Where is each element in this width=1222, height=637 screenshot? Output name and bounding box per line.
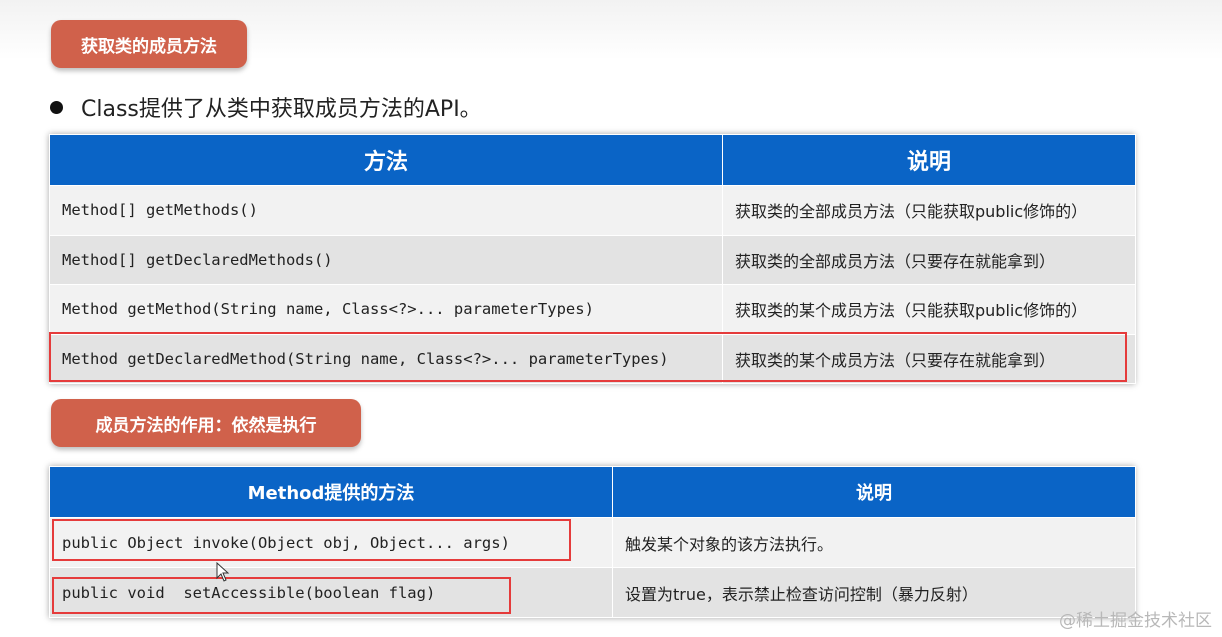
table-row: Method getDeclaredMethod(String name, Cl… (49, 333, 1136, 384)
method-description-cell: 获取类的某个成员方法（只要存在就能拿到） (722, 333, 1136, 384)
table-row: public void setAccessible(boolean flag) … (49, 567, 1136, 618)
bullet-text: Class提供了从类中获取成员方法的API。 (81, 97, 482, 122)
table-row: public Object invoke(Object obj, Object.… (49, 517, 1136, 568)
column-header-method: 方法 (49, 134, 723, 186)
column-header-description: 说明 (612, 466, 1136, 518)
method-signature-cell: public void setAccessible(boolean flag) (49, 567, 613, 618)
method-signature-cell: Method getDeclaredMethod(String name, Cl… (49, 333, 723, 384)
table-row: Method[] getDeclaredMethods() 获取类的全部成员方法… (49, 234, 1136, 285)
method-signature-cell: Method[] getDeclaredMethods() (49, 234, 723, 285)
api-methods-table: 方法 说明 Method[] getMethods() 获取类的全部成员方法（只… (49, 134, 1136, 384)
section-badge-method-usage: 成员方法的作用：依然是执行 (51, 399, 361, 447)
method-signature-cell: public Object invoke(Object obj, Object.… (49, 517, 613, 568)
column-header-description: 说明 (722, 134, 1136, 186)
bullet-dot-icon (50, 100, 63, 114)
table-row: Method[] getMethods() 获取类的全部成员方法（只能获取pub… (49, 185, 1136, 236)
method-description-cell: 获取类的某个成员方法（只能获取public修饰的） (722, 284, 1136, 335)
table-row: Method getMethod(String name, Class<?>..… (49, 284, 1136, 335)
column-header-method: Method提供的方法 (49, 466, 613, 518)
method-description-cell: 获取类的全部成员方法（只能获取public修饰的） (722, 185, 1136, 236)
table-header-row: 方法 说明 (49, 134, 1136, 186)
method-description-cell: 触发某个对象的该方法执行。 (612, 517, 1136, 568)
method-description-cell: 获取类的全部成员方法（只要存在就能拿到） (722, 234, 1136, 285)
bullet-line: Class提供了从类中获取成员方法的API。 (50, 90, 482, 124)
method-signature-cell: Method getMethod(String name, Class<?>..… (49, 284, 723, 335)
method-signature-cell: Method[] getMethods() (49, 185, 723, 236)
method-description-cell: 设置为true，表示禁止检查访问控制（暴力反射） (612, 567, 1136, 618)
mouse-pointer-icon (216, 562, 230, 582)
table-header-row: Method提供的方法 说明 (49, 466, 1136, 518)
section-badge-get-methods: 获取类的成员方法 (51, 20, 247, 68)
watermark: @稀土掘金技术社区 (1059, 611, 1212, 631)
method-class-table: Method提供的方法 说明 public Object invoke(Obje… (49, 466, 1136, 618)
